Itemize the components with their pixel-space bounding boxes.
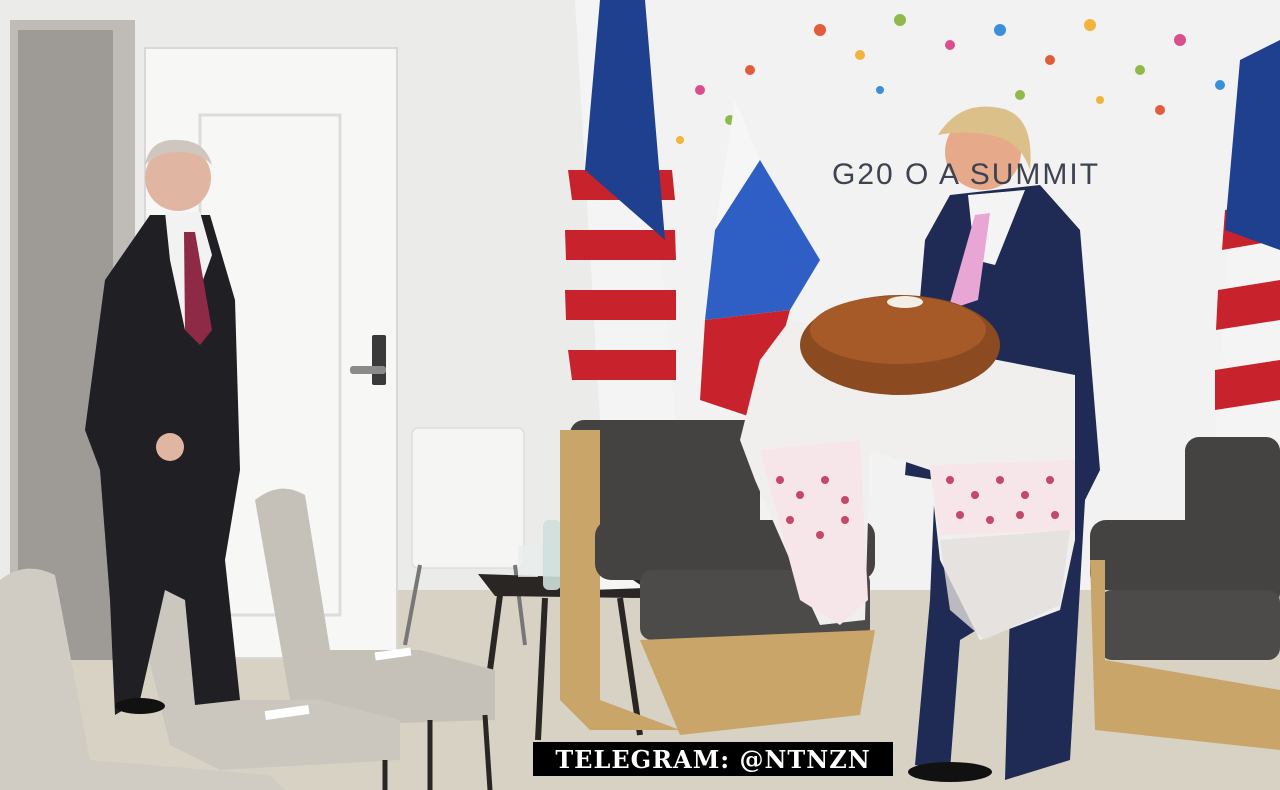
water-bottle xyxy=(543,520,561,590)
photo-scene: G20 O A SUMMIT TELEGRAM: @NTNZN xyxy=(0,0,1280,790)
scene-illustration xyxy=(0,0,1280,790)
door-lever xyxy=(350,366,386,374)
glass xyxy=(518,545,538,577)
telegram-watermark: TELEGRAM: @NTNZN xyxy=(533,742,893,776)
door-handle xyxy=(372,335,386,385)
summit-title-text: G20 O A SUMMIT xyxy=(832,158,1101,191)
